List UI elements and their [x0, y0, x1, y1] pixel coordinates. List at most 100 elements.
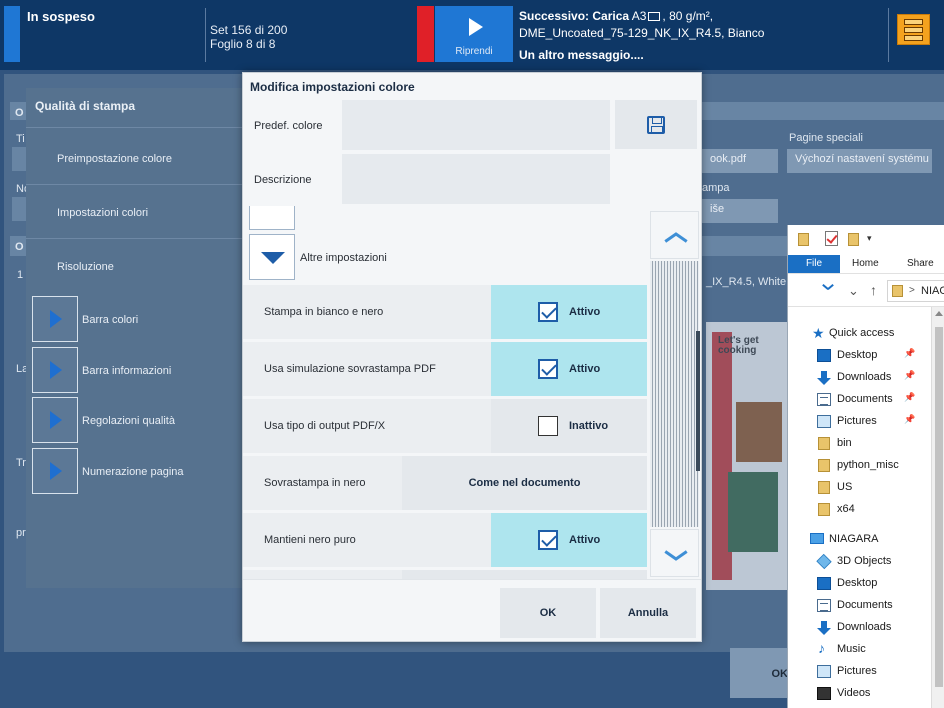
new-folder-icon[interactable]: [848, 233, 859, 246]
bg-expander-label: Barra colori: [82, 314, 139, 326]
tab-share[interactable]: Share: [907, 255, 934, 273]
job-progress: Set 156 di 200 Foglio 8 di 8: [210, 23, 287, 51]
nav-music[interactable]: ♪ Music: [788, 639, 944, 661]
nav-label: Documents: [837, 393, 893, 405]
path-separator: >: [909, 285, 915, 296]
server-icon: [904, 27, 923, 33]
nav-pc-documents[interactable]: Documents: [788, 595, 944, 617]
status-accent: [4, 6, 20, 62]
properties-icon[interactable]: [825, 231, 838, 246]
system-menu-button[interactable]: [897, 14, 930, 45]
customize-dropdown-icon[interactable]: ▾: [867, 233, 872, 244]
navigation-scrollbar[interactable]: [931, 307, 944, 708]
nav-documents[interactable]: Documents 📌: [788, 389, 944, 411]
address-bar: ⌄ ↑ > NIAG: [788, 273, 944, 307]
black-overprint-select[interactable]: Come nel documento: [402, 456, 647, 510]
next-size: A3: [631, 9, 647, 23]
select-value: Come nel documento: [468, 477, 581, 489]
computer-icon: [810, 533, 824, 544]
checkbox-checked-icon: [538, 530, 558, 550]
nav-desktop[interactable]: Desktop 📌: [788, 345, 944, 367]
nav-pc-pictures[interactable]: Pictures: [788, 661, 944, 683]
nav-folder-python-misc[interactable]: python_misc: [788, 455, 944, 477]
dialog-footer: OK Annulla: [243, 579, 701, 641]
collapse-icon: [261, 252, 285, 264]
color-preset-input[interactable]: [342, 100, 610, 150]
setting-button-partial[interactable]: [402, 570, 647, 579]
nav-label: Downloads: [837, 371, 892, 383]
bg-expander-label: Barra informazioni: [82, 365, 172, 377]
nav-label: 3D Objects: [837, 555, 892, 567]
settings-scroll-area[interactable]: Altre impostazioni Stampa in bianco e ne…: [243, 206, 647, 579]
save-preset-button[interactable]: [615, 100, 697, 149]
recent-locations-icon[interactable]: ⌄: [848, 283, 859, 299]
bg-item-resolution: Risoluzione: [57, 261, 114, 273]
expand-ribbon-icon[interactable]: [822, 284, 832, 290]
collapse-section-button[interactable]: [249, 234, 295, 280]
path-box[interactable]: > NIAG: [887, 280, 944, 302]
next-weight: , 80 g/m²,: [662, 9, 714, 23]
printer-state: In sospeso: [27, 9, 95, 24]
bg-item-color-preset: Preimpostazione colore: [57, 153, 172, 165]
nav-quick-access[interactable]: ★ Quick access: [788, 323, 944, 345]
nav-label: Videos: [837, 687, 871, 699]
nav-pictures[interactable]: Pictures 📌: [788, 411, 944, 433]
checkbox-unchecked-icon: [538, 416, 558, 436]
nav-this-pc[interactable]: NIAGARA: [788, 529, 944, 551]
folder-icon: [818, 437, 830, 450]
pdfx-output-toggle[interactable]: Inattivo: [491, 399, 647, 453]
bg-item-color-settings: Impostazioni colori: [57, 207, 149, 219]
scroll-up-arrow-icon[interactable]: [935, 311, 943, 316]
pdf-overprint-toggle[interactable]: Attivo: [491, 342, 647, 396]
nav-folder-bin[interactable]: bin: [788, 433, 944, 455]
chevron-down-icon: [664, 550, 686, 560]
ok-button[interactable]: OK: [500, 588, 596, 638]
videos-icon: [817, 687, 831, 700]
nav-3d-objects[interactable]: 3D Objects: [788, 551, 944, 573]
toggle-state: Attivo: [569, 363, 601, 375]
pictures-icon: [817, 415, 831, 428]
next-load-info: Successivo: Carica A3 , 80 g/m², DME_Unco…: [519, 8, 764, 42]
scroll-down-button[interactable]: [650, 529, 699, 577]
dialog-scrollbar[interactable]: [650, 211, 700, 577]
play-icon: [469, 18, 483, 36]
bg-label: pr: [16, 527, 26, 539]
status-message[interactable]: Un altro messaggio....: [519, 48, 644, 62]
setting-label: Stampa in bianco e nero: [264, 306, 384, 318]
cancel-button[interactable]: Annulla: [600, 588, 696, 638]
nav-label: Music: [837, 643, 866, 655]
pictures-icon: [817, 665, 831, 678]
description-input[interactable]: [342, 154, 610, 204]
sheet-count: Foglio 8 di 8: [210, 37, 276, 51]
nav-label: Downloads: [837, 621, 892, 633]
tab-home[interactable]: Home: [852, 255, 879, 273]
setting-row: Mantieni nero puro Attivo: [243, 513, 647, 567]
bw-print-toggle[interactable]: Attivo: [491, 285, 647, 339]
nav-pc-downloads[interactable]: Downloads: [788, 617, 944, 639]
resume-button[interactable]: Riprendi: [435, 6, 513, 62]
nav-folder-x64[interactable]: x64: [788, 499, 944, 521]
folder-icon: [818, 459, 830, 472]
scroll-thumb[interactable]: [696, 331, 700, 471]
bg-label: Tr: [16, 457, 26, 469]
scroll-up-button[interactable]: [650, 211, 699, 259]
download-icon: [817, 621, 831, 635]
nav-label: US: [837, 481, 853, 493]
bg-tab: O: [15, 241, 24, 253]
scroll-track[interactable]: [650, 261, 699, 527]
pure-black-toggle[interactable]: Attivo: [491, 513, 647, 567]
up-arrow-icon[interactable]: ↑: [870, 282, 877, 298]
nav-downloads[interactable]: Downloads 📌: [788, 367, 944, 389]
section-toggle-button[interactable]: [249, 206, 295, 230]
section-label: Altre impostazioni: [300, 252, 387, 264]
scroll-thumb[interactable]: [935, 327, 943, 687]
nav-folder-us[interactable]: US: [788, 477, 944, 499]
folder-icon[interactable]: [798, 233, 809, 246]
expand-icon: [50, 411, 62, 429]
color-settings-dialog: Modifica impostazioni colore Predef. col…: [242, 72, 702, 642]
ribbon-tabs: File Home Share: [788, 255, 944, 273]
setting-row: Usa tipo di output PDF/X Inattivo: [243, 399, 647, 453]
nav-videos[interactable]: Videos: [788, 683, 944, 705]
nav-pc-desktop[interactable]: Desktop: [788, 573, 944, 595]
tab-file[interactable]: File: [788, 255, 840, 273]
